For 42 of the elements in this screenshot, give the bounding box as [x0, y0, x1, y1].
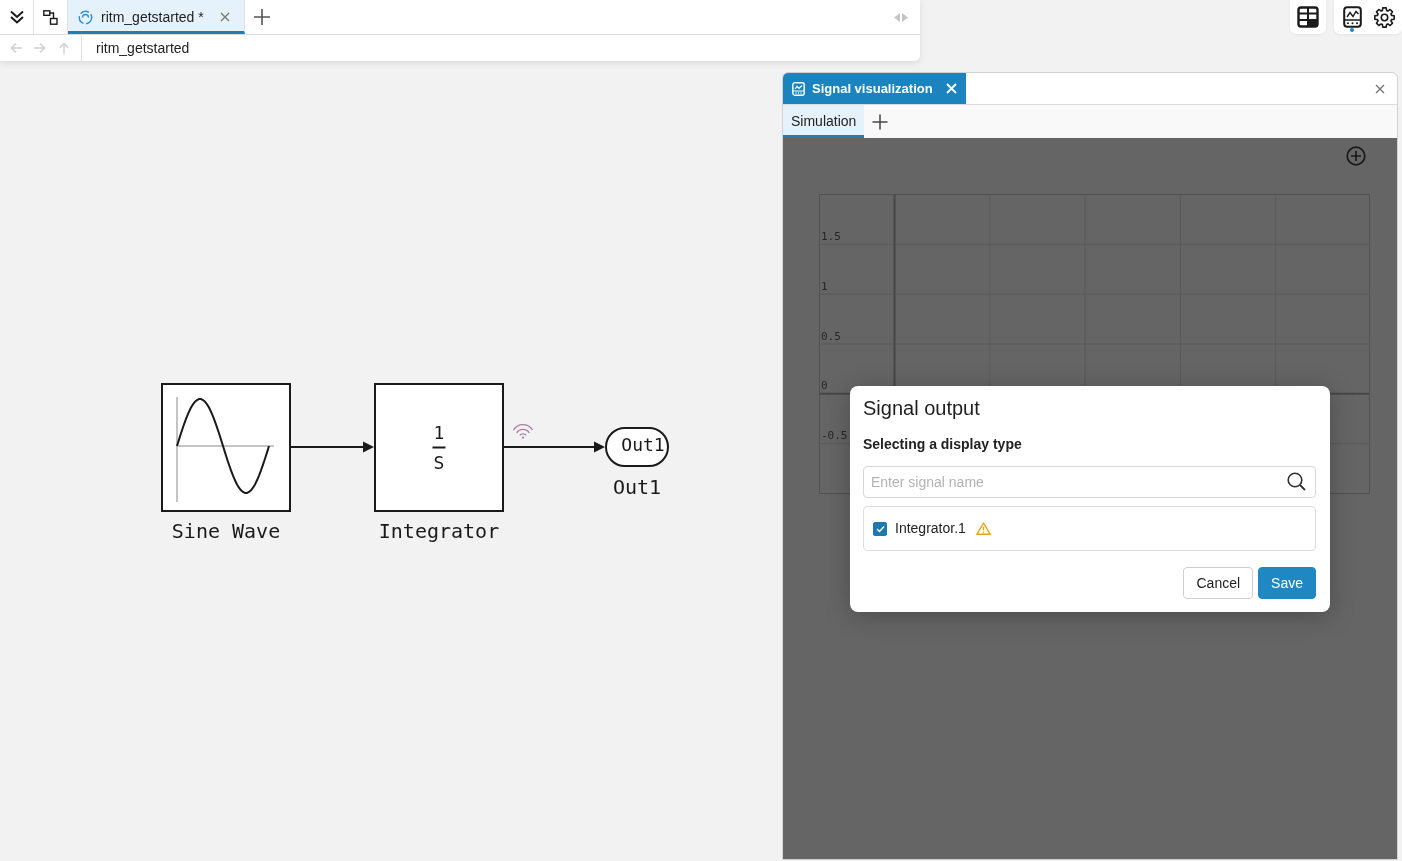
- save-button[interactable]: Save: [1258, 567, 1316, 599]
- plus-icon: [252, 8, 271, 26]
- add-chart-button[interactable]: [1346, 146, 1366, 166]
- simulation-tab[interactable]: Simulation: [783, 105, 865, 138]
- block-label: Integrator: [378, 519, 500, 543]
- block-label: Sine Wave: [171, 519, 281, 543]
- close-icon: [1375, 83, 1385, 94]
- panel-tab[interactable]: Signal visualization: [783, 73, 966, 104]
- cancel-button[interactable]: Cancel: [1183, 567, 1254, 599]
- signal-name: Integrator.1: [895, 519, 966, 538]
- sine-wave-icon: [176, 396, 275, 503]
- caret-left-icon: [894, 12, 900, 22]
- dialog-subtitle: Selecting a display type: [863, 435, 1023, 454]
- table-layout-icon: [1297, 6, 1319, 28]
- linked-squares-icon: [43, 9, 58, 25]
- signal-search-field[interactable]: Enter signal name: [863, 466, 1316, 498]
- close-tab-button[interactable]: [219, 12, 230, 22]
- y-tick-label: 1: [821, 279, 828, 293]
- double-chevron-down-icon: [8, 10, 25, 24]
- chart-monitor-icon: [792, 81, 805, 96]
- active-dot-icon: [1350, 28, 1354, 32]
- check-icon: [875, 524, 885, 533]
- y-tick-label: 0: [821, 379, 828, 393]
- transfer-function-text: 1 S: [431, 422, 447, 473]
- breadcrumb-item[interactable]: ritm_getstarted: [96, 37, 190, 59]
- caret-right-icon: [902, 12, 908, 22]
- circled-plus-icon: [1346, 146, 1366, 166]
- y-tick-label: -0.5: [821, 429, 848, 443]
- editor-tab[interactable]: ritm_getstarted *: [68, 0, 245, 34]
- ring-icon: [78, 9, 93, 25]
- signal-checkbox[interactable]: [873, 521, 887, 536]
- block-label: Out1: [612, 475, 662, 499]
- close-icon: [945, 83, 957, 94]
- close-icon: [219, 12, 230, 22]
- outport-block: Out1: [605, 427, 669, 467]
- search-icon: [1287, 472, 1306, 491]
- plus-icon: [872, 113, 889, 130]
- y-tick-label: 1.5: [821, 229, 841, 243]
- y-tick-label: 0.5: [821, 329, 841, 343]
- chart-monitor-icon: [1342, 6, 1362, 28]
- gear-icon: [1373, 6, 1395, 28]
- dialog-title: Signal output: [863, 396, 981, 421]
